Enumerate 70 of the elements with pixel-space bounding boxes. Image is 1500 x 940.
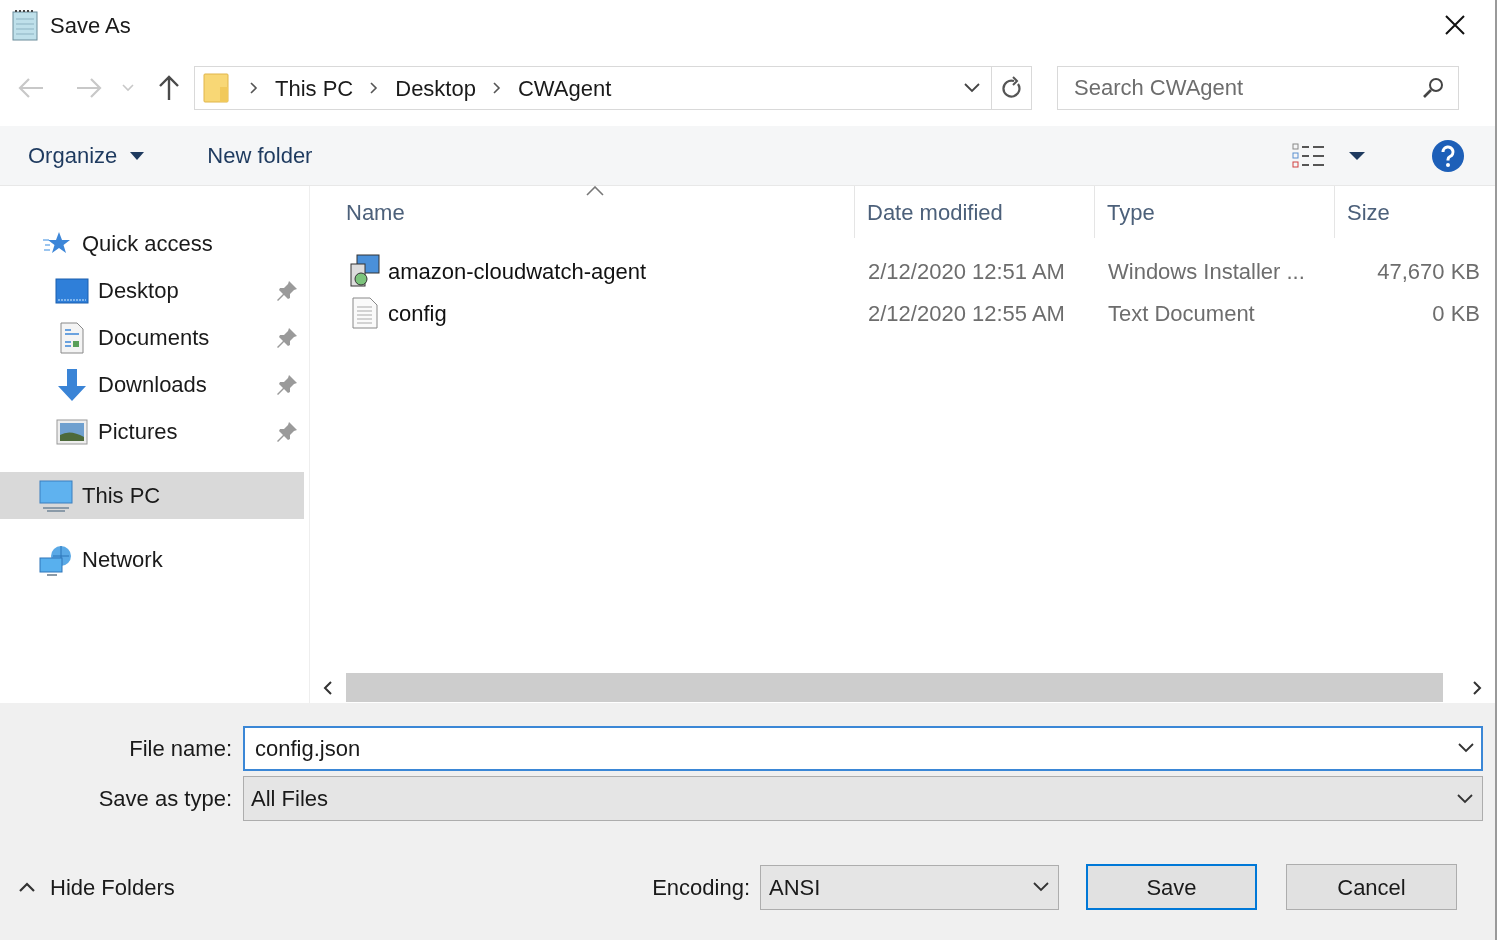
dropdown-caret-icon[interactable] bbox=[1348, 150, 1366, 161]
sidebar-item[interactable]: Documents bbox=[0, 314, 304, 361]
sidebar-item[interactable]: This PC bbox=[0, 472, 304, 519]
dialog-button[interactable]: Save bbox=[1086, 864, 1257, 910]
file-name: config bbox=[388, 299, 447, 328]
date-modified: 2/12/2020 12:51 AM bbox=[868, 258, 1065, 284]
dropdown-caret-icon[interactable] bbox=[1032, 881, 1050, 893]
breadcrumb-segment[interactable]: CWAgent bbox=[517, 71, 612, 105]
caret-up-icon[interactable] bbox=[18, 881, 36, 893]
computer-icon bbox=[39, 479, 73, 512]
dropdown-caret-icon[interactable] bbox=[1457, 742, 1475, 754]
close-icon[interactable] bbox=[1444, 14, 1466, 36]
folder-icon bbox=[203, 73, 229, 103]
organize-menu[interactable]: Organize bbox=[28, 139, 146, 172]
picture-icon bbox=[56, 418, 88, 445]
sidebar-item[interactable]: Pictures bbox=[0, 408, 304, 455]
chevron-right-icon[interactable] bbox=[249, 81, 259, 95]
notepad-icon bbox=[10, 8, 40, 42]
text-file-icon bbox=[352, 297, 378, 329]
refresh-icon[interactable] bbox=[1000, 76, 1023, 100]
document-icon bbox=[60, 321, 84, 354]
field-label: Save as type: bbox=[98, 786, 232, 811]
address-bar[interactable]: This PC Desktop CWAgent bbox=[194, 66, 1032, 110]
dropdown-caret-icon[interactable] bbox=[1456, 792, 1474, 805]
download-arrow-icon bbox=[56, 367, 88, 402]
search-field[interactable]: Search CWAgent bbox=[1057, 66, 1459, 110]
desktop-icon bbox=[55, 277, 89, 304]
window-title: Save As bbox=[50, 11, 131, 40]
chevron-right-icon[interactable] bbox=[369, 81, 380, 95]
dropdown-caret-icon[interactable] bbox=[129, 150, 146, 161]
column-header[interactable]: Type bbox=[1095, 186, 1335, 238]
file-row[interactable]: config 2/12/2020 12:55 AM Text Document 0 KB bbox=[310, 292, 1495, 334]
network-icon bbox=[39, 543, 73, 576]
pin-icon[interactable] bbox=[276, 326, 298, 349]
chevron-right-icon[interactable] bbox=[491, 81, 502, 95]
installer-icon bbox=[349, 254, 381, 288]
sidebar-item[interactable]: Downloads bbox=[0, 361, 304, 408]
pin-icon[interactable] bbox=[276, 279, 298, 302]
dropdown-caret-icon[interactable] bbox=[963, 82, 981, 94]
dialog-button[interactable]: Cancel bbox=[1286, 864, 1457, 910]
help-icon[interactable] bbox=[1431, 138, 1465, 173]
field-label: File name: bbox=[129, 736, 232, 761]
search-icon[interactable] bbox=[1421, 76, 1445, 100]
column-header[interactable]: Date modified bbox=[855, 186, 1095, 238]
file-name: amazon-cloudwatch-agent bbox=[388, 257, 647, 286]
new-folder-button[interactable]: New folder bbox=[207, 139, 313, 172]
pin-icon[interactable] bbox=[276, 420, 298, 443]
file-size: 0 KB bbox=[1432, 300, 1480, 326]
scroll-right-icon[interactable] bbox=[1471, 679, 1483, 696]
file-size: 47,670 KB bbox=[1377, 258, 1480, 284]
column-header[interactable]: Size bbox=[1335, 186, 1495, 238]
date-modified: 2/12/2020 12:55 AM bbox=[868, 300, 1065, 326]
pin-icon[interactable] bbox=[276, 373, 298, 396]
scroll-left-icon[interactable] bbox=[322, 679, 334, 696]
sidebar-item[interactable]: Quick access bbox=[0, 220, 304, 267]
hide-folders-button[interactable]: Hide Folders bbox=[18, 870, 175, 904]
file-row[interactable]: amazon-cloudwatch-agent 2/12/2020 12:51 AM Windows Installer ... 47,670 KB bbox=[310, 250, 1495, 292]
sidebar-item[interactable]: Network bbox=[0, 536, 304, 583]
up-arrow-icon[interactable] bbox=[157, 74, 181, 102]
view-options-icon[interactable] bbox=[1292, 142, 1326, 169]
file-type: Windows Installer ... bbox=[1108, 258, 1305, 284]
column-header[interactable]: Name bbox=[310, 186, 855, 238]
breadcrumb-segment[interactable]: This PC bbox=[275, 71, 354, 105]
save-type-dropdown[interactable]: All Files bbox=[243, 776, 1483, 821]
encoding-dropdown[interactable]: ANSI bbox=[760, 864, 1059, 910]
file-name-field[interactable]: config.json bbox=[243, 726, 1483, 771]
sidebar-item[interactable]: Desktop bbox=[0, 267, 304, 314]
encoding-label: Encoding: bbox=[652, 873, 750, 902]
breadcrumb-segment[interactable]: Desktop bbox=[395, 71, 476, 105]
file-type: Text Document bbox=[1108, 300, 1255, 326]
